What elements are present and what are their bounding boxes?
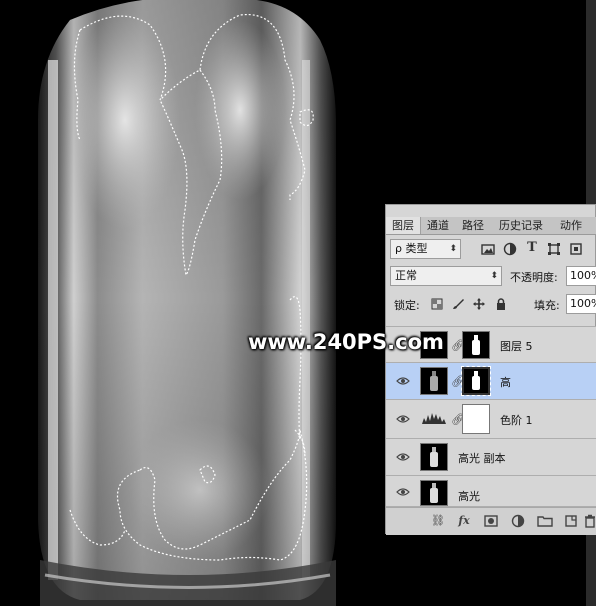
layer-mask-thumbnail[interactable] <box>461 366 491 396</box>
new-group-icon[interactable] <box>537 514 553 528</box>
lock-label: 锁定: <box>394 299 420 312</box>
layer-name: 高 <box>500 376 511 389</box>
chevron-updown-icon: ⬍ <box>490 271 498 281</box>
fx-icon[interactable]: fx <box>456 514 472 528</box>
layer-thumbnail <box>420 367 448 395</box>
layer-row[interactable]: 高光 副本 <box>386 439 596 476</box>
add-mask-icon[interactable] <box>483 514 499 528</box>
tab-layers[interactable]: 图层 <box>386 217 421 234</box>
brush-icon[interactable] <box>451 297 465 311</box>
link-layers-icon[interactable]: ⛓ <box>430 514 446 528</box>
lock-transparent-pixels-icon[interactable] <box>430 297 444 311</box>
blend-mode-value: 正常 <box>395 269 417 282</box>
layer-name: 图层 5 <box>500 340 533 353</box>
image-filter-icon[interactable] <box>481 242 495 256</box>
new-layer-icon[interactable] <box>563 514 579 528</box>
eye-icon[interactable] <box>396 374 410 388</box>
tab-paths[interactable]: 路径 <box>456 217 490 234</box>
panel-tabs: 图层 通道 路径 历史记录 动作 <box>386 217 596 235</box>
layer-mask-thumbnail[interactable] <box>462 331 490 359</box>
shape-filter-icon[interactable] <box>547 242 561 256</box>
fill-input[interactable]: 100% <box>566 294 596 314</box>
lock-icon[interactable] <box>494 297 508 311</box>
layers-panel: 图层 通道 路径 历史记录 动作 ρ 类型 ⬍ T 正常 ⬍ 不透明度: 100… <box>385 204 596 535</box>
layer-thumbnail <box>420 480 448 506</box>
adjustment-layer-icon[interactable] <box>510 514 526 528</box>
layer-row[interactable]: 高光 <box>386 476 596 507</box>
layers-panel-footer: ⛓ fx <box>386 507 596 535</box>
smart-object-filter-icon[interactable] <box>569 242 583 256</box>
tab-channels[interactable]: 通道 <box>421 217 455 234</box>
layer-filter-label: ρ 类型 <box>395 242 428 255</box>
opacity-input[interactable]: 100% <box>566 266 596 286</box>
trash-icon[interactable] <box>582 514 596 528</box>
watermark-text: www.240PS.com <box>248 330 444 354</box>
layer-thumbnail <box>420 443 448 471</box>
move-icon[interactable] <box>472 297 486 311</box>
layer-filter-select[interactable]: ρ 类型 ⬍ <box>390 239 461 259</box>
layer-row[interactable]: 🔗︎ 色阶 1 <box>386 400 596 439</box>
eye-icon[interactable] <box>396 485 410 499</box>
opacity-label: 不透明度: <box>510 271 558 284</box>
tab-actions[interactable]: 动作 <box>552 217 590 234</box>
eye-icon[interactable] <box>396 412 410 426</box>
tab-history[interactable]: 历史记录 <box>492 217 550 234</box>
layer-name: 高光 <box>458 490 480 503</box>
blend-mode-select[interactable]: 正常 ⬍ <box>390 266 502 286</box>
levels-adjustment-icon <box>422 413 446 424</box>
layer-name: 色阶 1 <box>500 414 533 427</box>
type-filter-icon[interactable]: T <box>525 241 539 255</box>
fill-label: 填充: <box>534 299 560 312</box>
adjustment-filter-icon[interactable] <box>503 242 517 256</box>
layer-name: 高光 副本 <box>458 452 506 465</box>
chevron-updown-icon: ⬍ <box>449 244 457 254</box>
eye-icon[interactable] <box>396 450 410 464</box>
layer-mask-thumbnail[interactable] <box>462 404 490 434</box>
layer-row[interactable]: 🔗︎ 高 <box>386 363 596 400</box>
